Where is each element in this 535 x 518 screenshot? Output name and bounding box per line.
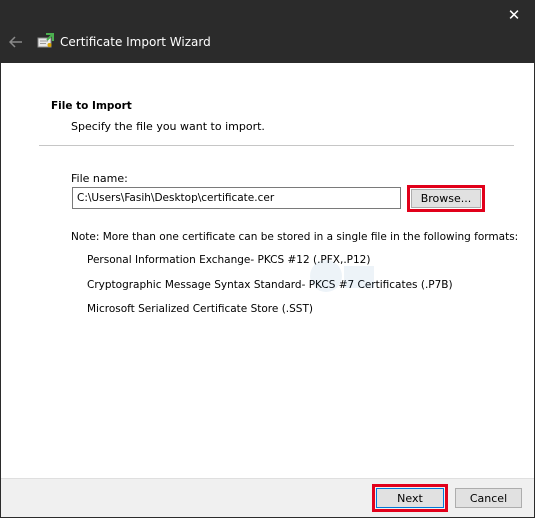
cancel-button[interactable]: Cancel — [455, 488, 522, 508]
format-item: Microsoft Serialized Certificate Store (… — [87, 303, 313, 315]
next-button[interactable]: Next — [376, 488, 444, 508]
close-button[interactable]: ✕ — [502, 5, 526, 25]
file-name-input[interactable] — [72, 187, 401, 209]
header-divider — [39, 145, 514, 146]
file-name-label: File name: — [71, 172, 128, 185]
page-subtitle: Specify the file you want to import. — [71, 120, 265, 133]
certificate-icon — [37, 33, 54, 48]
format-item: Cryptographic Message Syntax Standard- P… — [87, 279, 453, 291]
window-title: Certificate Import Wizard — [60, 35, 211, 49]
back-button[interactable] — [6, 32, 26, 52]
browse-button[interactable]: Browse... — [411, 189, 481, 208]
back-arrow-icon — [9, 36, 22, 48]
title-bar: ✕ Certificate Import Wizard — [1, 1, 534, 63]
certificate-import-wizard-window: ✕ Certificate Import Wizard File to Impo… — [0, 0, 535, 518]
formats-note: Note: More than one certificate can be s… — [71, 231, 519, 243]
page-title: File to Import — [51, 100, 132, 112]
watermark-logo — [310, 260, 374, 292]
close-icon: ✕ — [507, 5, 521, 24]
